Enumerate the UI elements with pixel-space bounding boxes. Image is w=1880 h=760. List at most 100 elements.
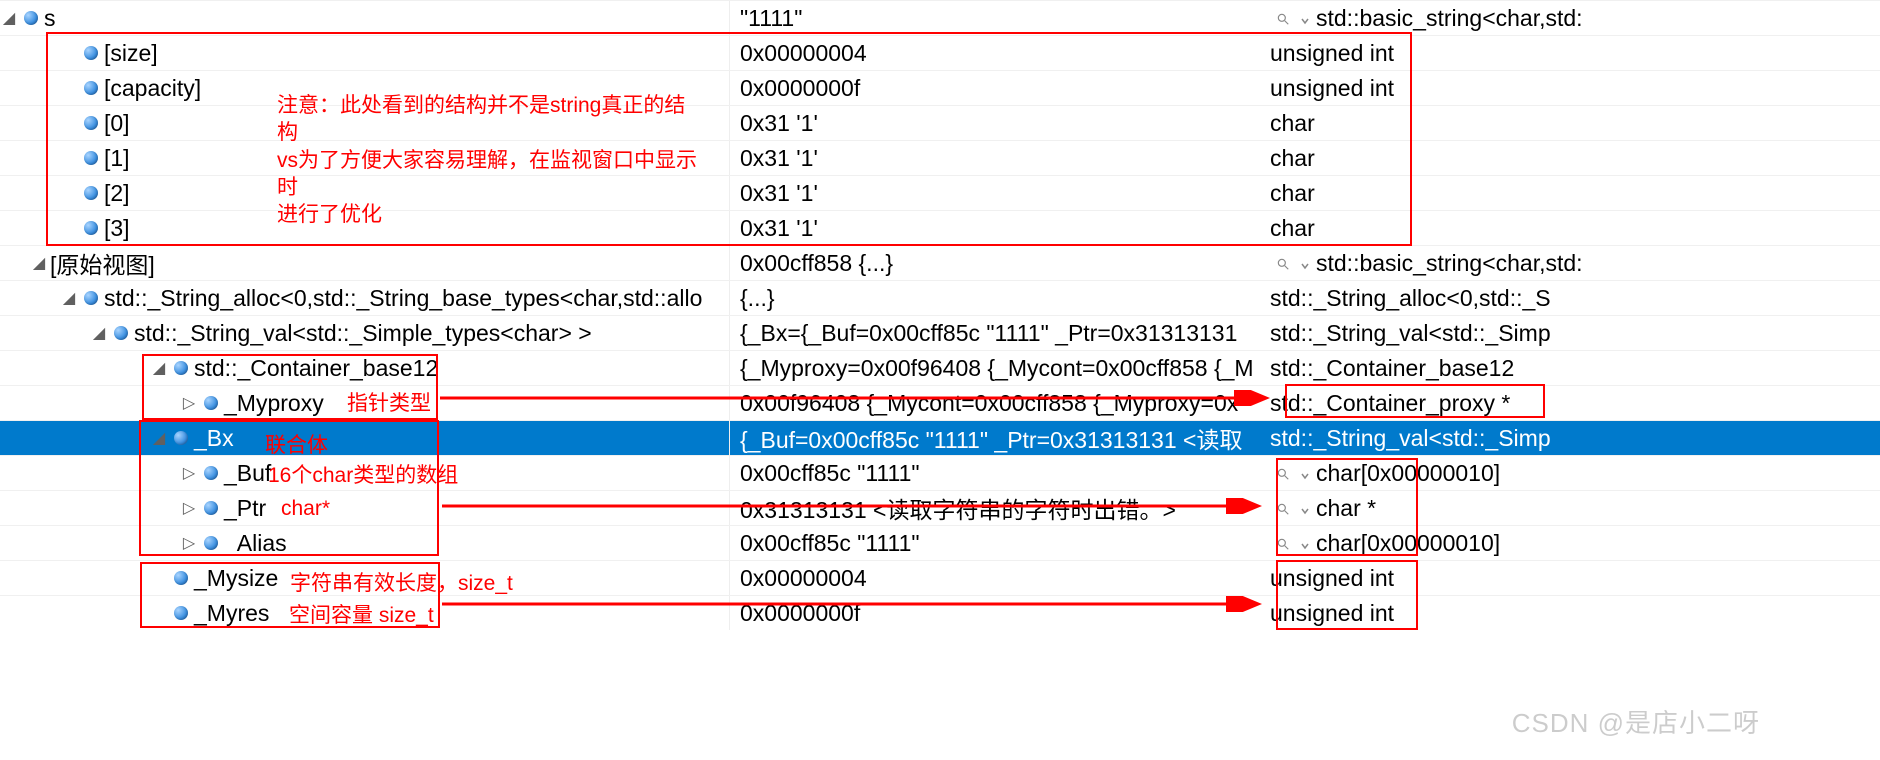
col-type: std::_Container_proxy *	[1260, 390, 1880, 417]
var-icon	[174, 361, 188, 375]
var-icon	[204, 536, 218, 550]
col-value: {_Buf=0x00cff85c "1111" _Ptr=0x31313131 …	[730, 421, 1260, 455]
var-type: std::_String_val<std::_Simp	[1270, 425, 1551, 451]
var-type: std::basic_string<char,std:	[1316, 5, 1583, 31]
var-value: "1111"	[740, 5, 802, 31]
tree-row[interactable]: ▷_Myres0x0000000funsigned int	[0, 595, 1880, 630]
tree-row[interactable]: ◢ std::_String_alloc<0,std::_String_base_…	[0, 280, 1880, 315]
chevron-down-icon[interactable]	[1300, 250, 1310, 276]
var-value: 0x31 '1'	[740, 110, 818, 136]
tree-row[interactable]: ◢ std::_String_val<std::_Simple_types<cha…	[0, 315, 1880, 350]
var-name: _Ptr	[224, 495, 266, 522]
tree-row[interactable]: ▷_Mysize0x00000004unsigned int	[0, 560, 1880, 595]
magnifier-icon[interactable]	[1270, 467, 1296, 481]
tree-row[interactable]: ▷[0]0x31 '1'char	[0, 105, 1880, 140]
magnifier-icon[interactable]	[1270, 257, 1296, 271]
magnifier-icon[interactable]	[1270, 502, 1296, 516]
expand-open-icon[interactable]: ◢	[30, 254, 48, 272]
col-name: ◢s	[0, 1, 730, 35]
tree-row[interactable]: ▷_Myproxy0x00f96408 {_Mycont=0x00cff858 …	[0, 385, 1880, 420]
tree-row[interactable]: ▷ _Ptr 0x31313131 <读取字符串的字符时出错。> char *	[0, 490, 1880, 525]
chevron-down-icon[interactable]	[1300, 5, 1310, 31]
col-value: 0x31 '1'	[730, 215, 1260, 242]
col-name: ◢ std::_Container_base12	[0, 351, 730, 385]
var-icon	[84, 46, 98, 60]
var-type: unsigned int	[1270, 40, 1394, 66]
col-type: char[0x00000010]	[1260, 460, 1880, 487]
col-name: ◢ _Bx	[0, 421, 730, 455]
var-icon	[84, 186, 98, 200]
var-value: 0x31 '1'	[740, 180, 818, 206]
expand-open-icon[interactable]: ◢	[60, 289, 78, 307]
expand-open-icon[interactable]: ◢	[0, 9, 18, 27]
tree-row[interactable]: ▷_Alias0x00cff85c "1111" char[0x00000010]	[0, 525, 1880, 560]
col-type: std::_String_val<std::_Simp	[1260, 425, 1880, 452]
var-value: 0x00cff85c "1111"	[740, 460, 920, 486]
var-type: char	[1270, 215, 1315, 241]
var-name: _Myres	[194, 600, 269, 627]
col-value: 0x00cff85c "1111"	[730, 530, 1260, 557]
col-type: char[0x00000010]	[1260, 530, 1880, 557]
col-value: 0x0000000f	[730, 600, 1260, 627]
var-name: std::_String_alloc<0,std::_String_base_t…	[104, 285, 702, 312]
col-type: char	[1260, 215, 1880, 242]
tree-row[interactable]: ◢ _Bx {_Buf=0x00cff85c "1111" _Ptr=0x31313…	[0, 420, 1880, 455]
var-value: {_Bx={_Buf=0x00cff85c "1111" _Ptr=0x3131…	[740, 320, 1237, 346]
var-icon	[174, 431, 188, 445]
col-type: char	[1260, 110, 1880, 137]
magnifier-icon[interactable]	[1270, 537, 1296, 551]
var-name: std::_Container_base12	[194, 355, 438, 382]
var-type: char[0x00000010]	[1316, 530, 1500, 556]
col-name: ▷_Alias	[0, 526, 730, 560]
tree-row[interactable]: ▷ _Buf 0x00cff85c "1111" char[0x00000010]	[0, 455, 1880, 490]
tree-row[interactable]: ▷[2]0x31 '1'char	[0, 175, 1880, 210]
var-type: char *	[1316, 495, 1376, 521]
var-icon	[24, 11, 38, 25]
tree-row[interactable]: ◢ std::_Container_base12 {_Myproxy=0x00f96…	[0, 350, 1880, 385]
col-type: std::basic_string<char,std:	[1260, 250, 1880, 277]
var-name: [1]	[104, 145, 130, 172]
magnifier-icon[interactable]	[1270, 12, 1296, 26]
chevron-down-icon[interactable]	[1300, 530, 1310, 556]
expand-open-icon[interactable]: ◢	[150, 429, 168, 447]
var-value: 0x00f96408 {_Mycont=0x00cff858 {_Myproxy…	[740, 390, 1238, 416]
chevron-down-icon[interactable]	[1300, 460, 1310, 486]
var-name: _Bx	[194, 425, 234, 452]
tree-row[interactable]: ◢s "1111" std::basic_string<char,std:	[0, 0, 1880, 35]
tree-row[interactable]: ▷[3] 0x31 '1' char	[0, 210, 1880, 245]
expand-closed-icon[interactable]: ▷	[180, 464, 198, 482]
var-name: std::_String_val<std::_Simple_types<char…	[134, 320, 592, 347]
expand-closed-icon[interactable]: ▷	[180, 394, 198, 412]
expand-closed-icon[interactable]: ▷	[180, 534, 198, 552]
chevron-down-icon[interactable]	[1300, 495, 1310, 521]
col-value: 0x31 '1'	[730, 180, 1260, 207]
var-name: [原始视图]	[50, 246, 155, 280]
var-name: _Buf	[224, 460, 271, 487]
var-name: [0]	[104, 110, 130, 137]
col-type: char	[1260, 180, 1880, 207]
col-name: ▷[1]	[0, 141, 730, 175]
tree-row[interactable]: ▷[size]0x00000004unsigned int	[0, 35, 1880, 70]
expand-closed-icon[interactable]: ▷	[180, 499, 198, 517]
var-name: _Mysize	[194, 565, 278, 592]
var-value: 0x31 '1'	[740, 215, 818, 241]
col-name: ▷[3]	[0, 211, 730, 245]
tree-row[interactable]: ▷[capacity]0x0000000funsigned int	[0, 70, 1880, 105]
col-value: 0x31313131 <读取字符串的字符时出错。>	[730, 491, 1260, 525]
var-type: char[0x00000010]	[1316, 460, 1500, 486]
var-type: std::basic_string<char,std:	[1316, 250, 1583, 276]
col-value: 0x00000004	[730, 40, 1260, 67]
var-name: [2]	[104, 180, 130, 207]
col-type: unsigned int	[1260, 600, 1880, 627]
tree-row[interactable]: ◢[原始视图]0x00cff858 {...}std::basic_string…	[0, 245, 1880, 280]
var-type: char	[1270, 110, 1315, 136]
col-value: {_Bx={_Buf=0x00cff85c "1111" _Ptr=0x3131…	[730, 320, 1260, 347]
col-name: ◢ std::_String_val<std::_Simple_types<cha…	[0, 316, 730, 350]
col-name: ▷ _Buf	[0, 456, 730, 490]
col-value: {_Myproxy=0x00f96408 {_Mycont=0x00cff858…	[730, 355, 1260, 382]
expand-open-icon[interactable]: ◢	[90, 324, 108, 342]
var-type: std::_String_val<std::_Simp	[1270, 320, 1551, 346]
tree-row[interactable]: ▷[1]0x31 '1'char	[0, 140, 1880, 175]
expand-open-icon[interactable]: ◢	[150, 359, 168, 377]
var-icon	[174, 606, 188, 620]
